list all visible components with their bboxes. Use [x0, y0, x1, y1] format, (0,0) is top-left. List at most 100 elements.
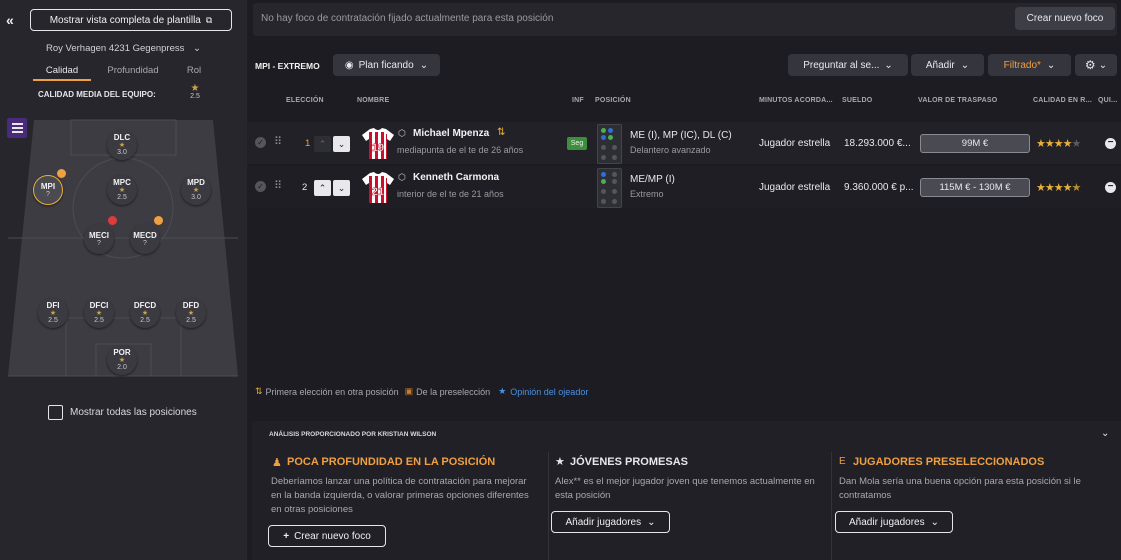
filter-button[interactable]: Filtrado* ⌄ [988, 54, 1071, 76]
show-all-positions-label: Mostrar todas las posiciones [70, 407, 197, 418]
move-up-button[interactable]: ⌃ [314, 180, 331, 196]
add-players-shortlist-label: Añadir jugadores [849, 516, 925, 528]
col-header-quality[interactable]: CALIDAD EN R... [1033, 97, 1092, 104]
double-chevron-left-icon[interactable]: « [6, 12, 14, 28]
choice-number: 1 [305, 138, 311, 149]
col-header-choice[interactable]: ELECCIÓN [286, 97, 324, 104]
move-up-button[interactable]: ⌃ [314, 136, 331, 152]
col-header-transfer-value[interactable]: VALOR DE TRASPASO [918, 97, 997, 104]
add-players-button[interactable]: Añadir jugadores ⌄ [551, 511, 670, 533]
position-value: 2.5 [48, 317, 58, 324]
player-role: Delantero avanzado [630, 145, 711, 155]
team-average-rating: ★ 2.5 [187, 84, 203, 101]
position-value: 2.5 [140, 317, 150, 324]
shortlist-icon: E [839, 456, 846, 467]
add-label: Añadir [925, 59, 955, 71]
player-status-icon: ⬡ [398, 172, 406, 182]
info-badge[interactable]: Seg [567, 137, 587, 150]
col-header-wage[interactable]: SUELDO [842, 97, 872, 104]
position-value: ? [143, 239, 147, 247]
team-average-label: CALIDAD MEDIA DEL EQUIPO: [38, 90, 156, 99]
add-players-shortlist-button[interactable]: Añadir jugadores ⌄ [835, 511, 953, 533]
player-name[interactable]: Kenneth Carmona [413, 172, 499, 183]
player-name[interactable]: Michael Mpenza [413, 128, 489, 139]
filter-label: Filtrado* [1003, 59, 1041, 71]
position-label: MECI [89, 230, 109, 240]
position-node-dfi[interactable]: DFI ★ 2.5 [38, 298, 68, 328]
position-node-dlc[interactable]: DLC ★ 3.0 [107, 130, 137, 160]
chevron-down-icon: ⌄ [930, 516, 939, 528]
position-value: 2.5 [117, 194, 127, 201]
col-header-info[interactable]: INF [572, 97, 584, 104]
transfer-value: 115M € - 130M € [939, 182, 1011, 193]
create-focus-panel-button[interactable]: + Crear nuevo foco [268, 525, 386, 547]
player-positions: ME/MP (I) [630, 174, 675, 185]
tactics-sidebar: « Mostrar vista completa de plantilla ⧉ … [0, 0, 247, 560]
analysis-provider: ANÁLISIS PROPORCIONADO POR KRISTIAN WILS… [269, 431, 437, 438]
position-value: ? [46, 190, 50, 198]
col-header-remove[interactable]: QUI... [1098, 97, 1117, 104]
tab-rol[interactable]: Rol [180, 65, 208, 76]
tab-calidad[interactable]: Calidad [33, 65, 91, 76]
chevron-down-icon: ⌄ [419, 59, 429, 71]
player-wage: 18.293.000 €... [844, 138, 911, 149]
formation-selector[interactable]: Roy Verhagen 4231 Gegenpress ⌄ [0, 43, 247, 54]
position-label: DLC [113, 133, 131, 142]
col-header-name[interactable]: NOMBRE [357, 97, 389, 104]
settings-button[interactable]: ⚙ ⌄ [1075, 54, 1117, 76]
position-node-mpc[interactable]: MPC ★ 2.5 [107, 175, 137, 205]
transfer-value-badge[interactable]: 115M € - 130M € [920, 178, 1030, 197]
position-node-dfd[interactable]: DFD ★ 2.5 [176, 298, 206, 328]
col-header-minutes[interactable]: MINUTOS ACORDA... [759, 97, 833, 104]
position-label: DFI [46, 301, 60, 310]
transfer-value-badge[interactable]: 99M € [920, 134, 1030, 153]
position-node-mpi[interactable]: MPI? [33, 175, 63, 205]
add-button[interactable]: Añadir ⌄ [911, 54, 984, 76]
star-icon: ★ [192, 187, 200, 194]
position-node-dfci[interactable]: DFCI ★ 2.5 [84, 298, 114, 328]
table-row[interactable]: ✓ ⠿ 2 ⌃ ⌄ 21 ⬡ Kenneth Carmona interior … [247, 166, 1121, 208]
position-node-mecd[interactable]: MECD? [130, 224, 160, 254]
no-focus-text: No hay foco de contratación fijado actua… [261, 13, 554, 24]
move-down-button[interactable]: ⌄ [333, 136, 350, 152]
first-choice-other-position-icon: ⇅ [497, 127, 506, 138]
chevron-down-icon: ⌄ [960, 59, 970, 71]
position-label: DFD [182, 301, 200, 310]
player-wage: 9.360.000 € p... [844, 182, 914, 193]
move-down-button[interactable]: ⌄ [333, 180, 350, 196]
drag-handle-icon[interactable]: ⠿ [274, 135, 282, 148]
position-node-dfcd[interactable]: DFCD ★ 2.5 [130, 298, 160, 328]
star-icon: ★ [118, 142, 126, 149]
tab-profundidad[interactable]: Profundidad [100, 65, 166, 76]
panel-title-shortlist: JUGADORES PRESELECCIONADOS [853, 456, 1045, 468]
position-value: 2.5 [186, 317, 196, 324]
legend-scout-opinion: Opinión del ojeador [510, 386, 589, 397]
svg-text:21: 21 [372, 186, 384, 198]
position-node-meci[interactable]: MECI? [84, 224, 114, 254]
create-focus-button[interactable]: Crear nuevo foco [1015, 7, 1115, 30]
remove-icon[interactable]: − [1105, 138, 1116, 149]
show-full-squad-button[interactable]: Mostrar vista completa de plantilla ⧉ [30, 9, 232, 31]
position-map-icon [597, 124, 622, 164]
ask-staff-button[interactable]: Preguntar al se... ⌄ [788, 54, 908, 76]
position-node-por[interactable]: POR ★ 2.0 [107, 345, 137, 375]
star-icon: ★ [118, 357, 126, 364]
warning-dot [57, 169, 66, 178]
eye-icon: ◉ [344, 59, 354, 71]
player-positions: ME (I), MP (IC), DL (C) [630, 130, 732, 141]
legend-first-choice: Primera elección en otra posición [265, 386, 399, 397]
show-all-positions-checkbox[interactable] [48, 405, 63, 420]
drag-handle-icon[interactable]: ⠿ [274, 179, 282, 192]
panel-divider [548, 452, 549, 560]
tab-profundidad-label: Profundidad [107, 65, 159, 76]
svg-text:19: 19 [372, 142, 384, 154]
position-node-mpd[interactable]: MPD ★ 3.0 [181, 175, 211, 205]
remove-icon[interactable]: − [1105, 182, 1116, 193]
col-header-position[interactable]: POSICIÓN [595, 97, 631, 104]
view-selector[interactable]: ◉ Plan ficando ⌄ [333, 54, 440, 76]
collapse-analysis-icon[interactable]: ⌄ [1101, 428, 1109, 439]
table-row[interactable]: ✓ ⠿ 1 ⌃ ⌄ 19 ⬡ Michael Mpenza ⇅ mediapun… [247, 122, 1121, 164]
star-icon: ★ [141, 310, 149, 317]
transfer-value: 99M € [961, 138, 989, 149]
ask-staff-label: Preguntar al se... [803, 59, 880, 71]
